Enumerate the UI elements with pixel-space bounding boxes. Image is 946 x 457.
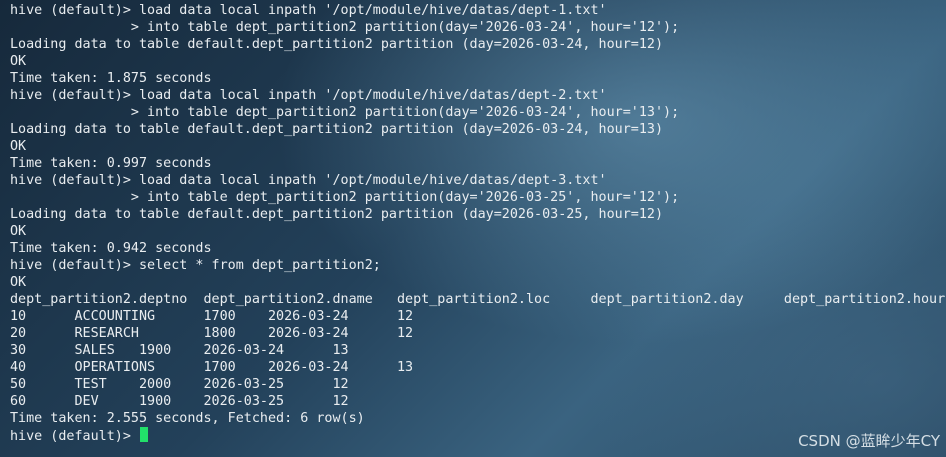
output-line: OK [10,224,27,239]
output-line: > into table dept_partition2 partition(d… [10,105,680,120]
output-line: hive (default)> load data local inpath '… [10,88,607,103]
output-line: Time taken: 2.555 seconds, Fetched: 6 ro… [10,411,365,426]
output-line: > into table dept_partition2 partition(d… [10,20,680,35]
output-line: hive (default)> load data local inpath '… [10,173,607,188]
result-row: 10 ACCOUNTING 1700 2026-03-24 12 [10,309,414,324]
terminal-output: hive (default)> load data local inpath '… [10,2,946,444]
output-line: OK [10,139,27,154]
result-row: 40 OPERATIONS 1700 2026-03-24 13 [10,360,414,375]
output-line: OK [10,54,27,69]
output-line: Loading data to table default.dept_parti… [10,37,664,52]
prompt-text: hive (default)> [10,429,139,444]
result-row: 50 TEST 2000 2026-03-25 12 [10,377,349,392]
output-line: > into table dept_partition2 partition(d… [10,190,680,205]
output-line: hive (default)> select * from dept_parti… [10,258,381,273]
terminal-window[interactable]: hive (default)> load data local inpath '… [0,0,946,457]
result-row: 60 DEV 1900 2026-03-25 12 [10,394,349,409]
result-row: 20 RESEARCH 1800 2026-03-24 12 [10,326,414,341]
watermark: CSDN @蓝眸少年CY [798,432,940,450]
output-line: OK [10,275,27,290]
output-line: Loading data to table default.dept_parti… [10,122,664,137]
output-line: Loading data to table default.dept_parti… [10,207,664,222]
output-line: hive (default)> load data local inpath '… [10,3,607,18]
result-header-row: dept_partition2.deptno dept_partition2.d… [10,292,946,307]
text-cursor[interactable] [140,427,148,442]
output-line: Time taken: 0.997 seconds [10,156,212,171]
output-line: Time taken: 1.875 seconds [10,71,212,86]
result-row: 30 SALES 1900 2026-03-24 13 [10,343,349,358]
output-line: Time taken: 0.942 seconds [10,241,212,256]
